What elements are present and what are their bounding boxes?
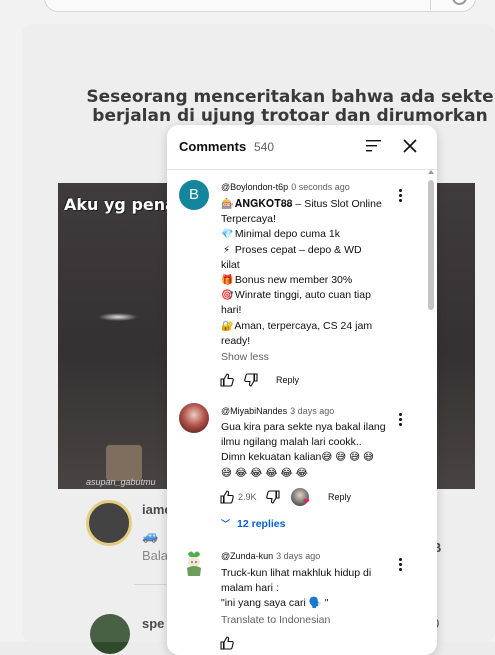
gem-icon: 💎 <box>221 229 234 241</box>
thumbs-up-icon[interactable] <box>219 635 235 651</box>
avatar[interactable]: B <box>179 180 209 210</box>
comment-line: "ini yang saya cari 🗣️ " <box>221 597 329 610</box>
thumbs-down-icon[interactable] <box>265 489 281 505</box>
avatar[interactable] <box>179 403 209 433</box>
comment-text: Truck-kun lihat makhluk hidup di malam h… <box>221 566 393 612</box>
reply-button[interactable]: Reply <box>276 375 299 385</box>
view-replies-button[interactable]: ﹀ 12 replies <box>221 517 285 530</box>
comment-text: Gua kira para sekte nya bakal ilang ilmu… <box>221 420 393 481</box>
replies-label: 12 replies <box>237 518 286 530</box>
more-options-icon[interactable] <box>396 189 404 203</box>
chevron-down-icon: ﹀ <box>221 519 231 529</box>
comment-time: 3 days ago <box>290 406 335 416</box>
lock-icon: 🔐 <box>221 320 234 332</box>
thumbs-up-icon[interactable] <box>219 489 235 505</box>
comment-actions <box>219 635 409 653</box>
comment-line: ⚡ Proses cepat – depo & WD <box>221 243 393 258</box>
comments-header: Comments 540 <box>167 125 437 170</box>
comment-actions: 2.9K ❤ Reply <box>219 488 409 507</box>
comment-line-text: Aman, terpercaya, CS 24 jam <box>234 319 373 332</box>
comment-line-text: Proses cepat – depo & WD <box>234 243 362 256</box>
show-less-link[interactable]: Show less <box>221 351 269 363</box>
translate-link[interactable]: Translate to Indonesian <box>221 614 330 626</box>
close-icon[interactable] <box>402 138 418 154</box>
heart-icon: ❤ <box>303 497 310 506</box>
comment-line: Terpercaya! <box>221 213 276 226</box>
lightning-icon: ⚡ <box>222 244 231 256</box>
comment-line: Gua kira para sekte nya bakal ilang <box>221 421 386 433</box>
comment-line: Truck-kun lihat makhluk hidup di <box>221 567 372 579</box>
scrollbar[interactable] <box>427 170 435 655</box>
comment-line: 🔐 Aman, terpercaya, CS 24 jam <box>221 319 393 334</box>
comment-line: ready! <box>221 334 251 347</box>
comments-title: Comments <box>179 139 247 154</box>
comment-line: kilat <box>221 258 240 271</box>
gift-icon: 🎁 <box>221 275 234 287</box>
comment-line-text: Minimal depo cuma 1k <box>234 228 340 241</box>
comment-meta: @Zunda-kun 3 days ago <box>221 551 320 561</box>
more-options-icon[interactable] <box>396 413 404 427</box>
sort-icon[interactable] <box>366 139 382 153</box>
comment-meta: @MiyabiNandes 3 days ago <box>221 406 334 416</box>
comment-line-text: Winrate tinggi, auto cuan tiap <box>234 289 371 302</box>
thumbs-down-icon[interactable] <box>243 372 259 388</box>
comments-count: 540 <box>254 140 275 154</box>
like-count: 2.9K <box>238 492 257 502</box>
thumbs-up-icon[interactable] <box>219 372 235 388</box>
comment-text: 🎰 𝐀𝐍𝐆𝐊𝐎𝐓𝟖𝟖 – Situs Slot Online Terpercay… <box>221 197 393 349</box>
comment-line: hari! <box>221 304 242 317</box>
comment-author[interactable]: @Boylondon-t6p <box>221 182 288 192</box>
comment-author[interactable]: @MiyabiNandes <box>221 406 287 416</box>
more-options-icon[interactable] <box>396 558 404 572</box>
comment-actions: Reply <box>219 372 409 390</box>
comment-meta: @Boylondon-t6p 0 seconds ago <box>221 182 350 192</box>
comment-line: 🎯 Winrate tinggi, auto cuan tiap <box>221 288 393 303</box>
avatar[interactable] <box>179 548 209 578</box>
comment-time: 0 seconds ago <box>291 182 350 192</box>
comment-line-text: Bonus new member 30% <box>234 274 353 287</box>
comment-line: 💎 Minimal depo cuma 1k <box>221 227 393 242</box>
comment-line: 🎁 Bonus new member 30% <box>221 273 393 288</box>
scroll-thumb[interactable] <box>428 180 434 310</box>
comment-line: malam hari : <box>221 582 279 595</box>
reply-button[interactable]: Reply <box>328 492 351 502</box>
comment-line-text: 𝐀𝐍𝐆𝐊𝐎𝐓𝟖𝟖 – Situs Slot Online <box>234 198 382 210</box>
comment-author[interactable]: @Zunda-kun <box>221 551 273 561</box>
comments-panel: Comments 540 B @Boylondon-t6p 0 seconds a… <box>167 125 437 655</box>
comment-line: Dimn kekuatan kalian😅 😅 😅 😅 <box>221 451 374 464</box>
slot-machine-icon: 🎰 <box>221 199 234 210</box>
target-icon: 🎯 <box>221 290 234 302</box>
comment-time: 3 days ago <box>276 551 321 561</box>
comment-line: 🎰 𝐀𝐍𝐆𝐊𝐎𝐓𝟖𝟖 – Situs Slot Online <box>221 197 393 212</box>
comment-line: 😅 😂 😂 😂 😂 😂 <box>221 466 308 479</box>
scroll-up-arrow[interactable] <box>428 170 434 174</box>
comment-line: ilmu ngilang malah lari cookk.. <box>221 436 362 449</box>
